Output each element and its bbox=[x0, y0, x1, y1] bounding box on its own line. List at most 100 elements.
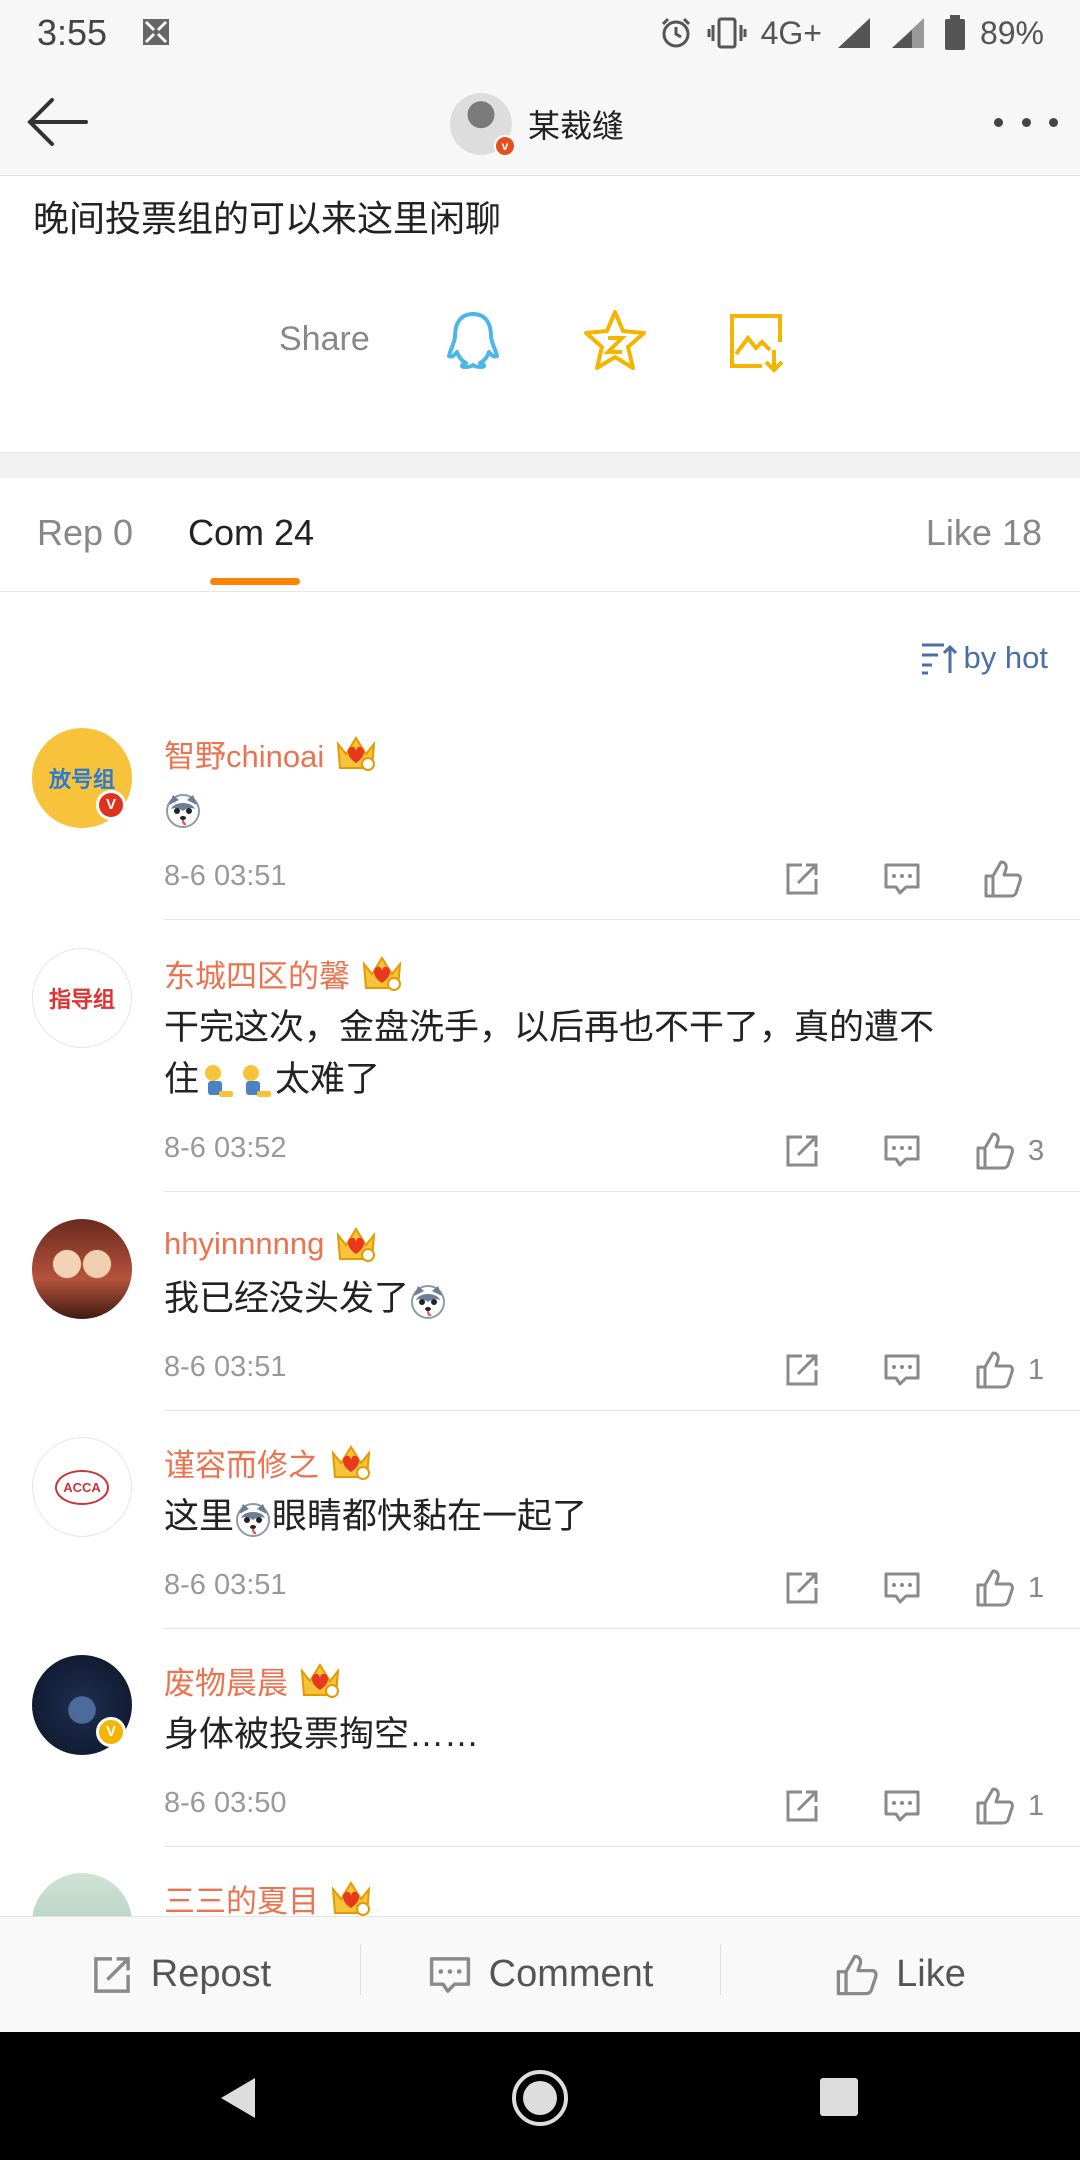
reply-comment-button[interactable] bbox=[852, 1563, 952, 1613]
repost-comment-button[interactable] bbox=[752, 1563, 852, 1613]
reply-comment-button[interactable] bbox=[852, 1126, 952, 1176]
comment-divider bbox=[164, 919, 1080, 920]
comment-icon bbox=[427, 1952, 473, 1998]
comment-icon bbox=[882, 1568, 922, 1608]
repost-icon bbox=[782, 1568, 822, 1608]
comment-time: 8-6 03:52 bbox=[164, 1132, 287, 1164]
nav-home-icon[interactable] bbox=[510, 2068, 570, 2128]
verified-badge-icon: v bbox=[494, 135, 516, 157]
avatar-text: 放号组 bbox=[48, 767, 115, 793]
repost-comment-button[interactable] bbox=[752, 1781, 852, 1831]
husky-emoji-icon bbox=[234, 1500, 272, 1538]
comment-username[interactable]: 三三的夏目 bbox=[164, 1876, 319, 1917]
comment-divider bbox=[164, 1191, 1080, 1192]
sort-icon bbox=[921, 643, 957, 675]
avatar[interactable] bbox=[32, 1219, 132, 1319]
comment-item: 三三的夏目 bbox=[0, 1869, 1080, 1916]
avatar[interactable]: 指导组 bbox=[32, 948, 132, 1048]
more-options-icon[interactable] bbox=[994, 112, 1058, 132]
repost-comment-button[interactable] bbox=[752, 1345, 852, 1395]
top-bar: v 某裁缝 bbox=[0, 66, 1080, 176]
comment-time: 8-6 03:51 bbox=[164, 860, 287, 892]
comment-icon bbox=[882, 859, 922, 899]
thumbs-up-icon bbox=[974, 1130, 1016, 1172]
repost-icon bbox=[89, 1952, 135, 1998]
tab-reposts[interactable]: Rep 0 bbox=[37, 512, 133, 554]
member-crown-icon bbox=[334, 1223, 378, 1265]
repost-icon bbox=[782, 1350, 822, 1390]
reply-comment-button[interactable] bbox=[852, 1345, 952, 1395]
status-bar: 3:55 4G+ 89% bbox=[0, 0, 1080, 66]
comment-text bbox=[164, 782, 1052, 834]
comment-text: 我已经没头发了 bbox=[164, 1273, 1052, 1325]
post-text: 晚间投票组的可以来这里闲聊 bbox=[33, 198, 502, 239]
comment-divider bbox=[164, 1846, 1080, 1847]
repost-button[interactable]: Repost bbox=[0, 1917, 360, 2032]
author-name[interactable]: 某裁缝 bbox=[528, 101, 624, 147]
comment-icon bbox=[882, 1786, 922, 1826]
comment-button[interactable]: Comment bbox=[360, 1917, 720, 2032]
repost-comment-button[interactable] bbox=[752, 1126, 852, 1176]
alarm-icon bbox=[661, 17, 690, 48]
qq-share-icon[interactable] bbox=[438, 306, 508, 376]
husky-emoji-icon bbox=[409, 1282, 447, 1320]
notification-icon bbox=[143, 19, 169, 45]
husky-emoji-icon bbox=[164, 791, 202, 829]
system-nav-bar bbox=[0, 2032, 1080, 2160]
like-comment-button[interactable]: 1 bbox=[952, 1781, 1052, 1831]
save-image-icon[interactable] bbox=[722, 306, 792, 376]
like-comment-button[interactable]: 1 bbox=[952, 1345, 1052, 1395]
comment-time: 8-6 03:51 bbox=[164, 1569, 287, 1601]
thumbs-up-icon bbox=[974, 1567, 1016, 1609]
comment-time: 8-6 03:51 bbox=[164, 1351, 287, 1383]
like-comment-button[interactable]: 1 bbox=[952, 1563, 1052, 1613]
comment-username[interactable]: 废物晨晨 bbox=[164, 1658, 288, 1703]
comment-text: 这里 眼睛都快黏在一起了 bbox=[164, 1497, 588, 1538]
repost-icon bbox=[782, 859, 822, 899]
signal-icon bbox=[837, 18, 870, 48]
like-comment-button[interactable]: 3 bbox=[952, 1126, 1052, 1176]
sort-by-hot-button[interactable]: by hot bbox=[920, 640, 1048, 676]
comment-username[interactable]: 东城四区的馨 bbox=[164, 951, 350, 996]
comment-username[interactable]: hhyinnnnng bbox=[164, 1226, 324, 1262]
repost-comment-button[interactable] bbox=[752, 854, 852, 904]
avatar[interactable]: ACCA bbox=[32, 1437, 132, 1537]
member-crown-icon bbox=[360, 952, 404, 994]
tab-comments[interactable]: Com 24 bbox=[188, 512, 314, 554]
comment-username[interactable]: 谨容而修之 bbox=[164, 1440, 319, 1485]
author-avatar[interactable]: v bbox=[450, 93, 516, 157]
like-button[interactable]: Like bbox=[720, 1917, 1080, 2032]
sweat-emoji-icon bbox=[237, 1063, 275, 1101]
author-header[interactable]: v 某裁缝 bbox=[450, 92, 624, 157]
repost-icon bbox=[782, 1131, 822, 1171]
favorite-star-icon[interactable] bbox=[580, 306, 650, 376]
avatar[interactable] bbox=[32, 1873, 132, 1916]
comment-icon bbox=[882, 1131, 922, 1171]
member-crown-icon bbox=[298, 1659, 342, 1701]
like-comment-button[interactable] bbox=[952, 854, 1052, 904]
comment-time: 8-6 03:50 bbox=[164, 1787, 287, 1819]
reply-comment-button[interactable] bbox=[852, 1781, 952, 1831]
vibrate-icon bbox=[707, 17, 747, 49]
reply-comment-button[interactable] bbox=[852, 854, 952, 904]
comment-text: 干完这次，金盘洗手，以后再也不干了，真的遭不 住太难了 bbox=[164, 1008, 935, 1101]
thumbs-up-icon bbox=[974, 1349, 1016, 1391]
status-icons: 4G+ 89% bbox=[659, 10, 1044, 56]
nav-back-icon[interactable] bbox=[215, 2074, 259, 2122]
comment-username[interactable]: 智野chinoai bbox=[164, 731, 324, 776]
avatar-text: ACCA bbox=[55, 1469, 109, 1505]
verified-badge-icon: V bbox=[96, 1717, 126, 1747]
network-type: 4G+ bbox=[760, 14, 822, 51]
member-crown-icon bbox=[329, 1877, 373, 1916]
thumbs-up-icon bbox=[834, 1952, 880, 1998]
thumbs-up-icon bbox=[974, 1785, 1016, 1827]
back-arrow-icon[interactable] bbox=[22, 92, 92, 152]
comment-text: 身体被投票掏空…… bbox=[164, 1715, 480, 1754]
battery-icon bbox=[944, 15, 965, 50]
nav-recents-icon[interactable] bbox=[818, 2076, 860, 2118]
signal-icon-2 bbox=[891, 18, 924, 48]
share-row: Share bbox=[0, 300, 1080, 390]
share-label: Share bbox=[279, 320, 370, 358]
member-crown-icon bbox=[329, 1441, 373, 1483]
tab-likes[interactable]: Like 18 bbox=[926, 512, 1042, 554]
